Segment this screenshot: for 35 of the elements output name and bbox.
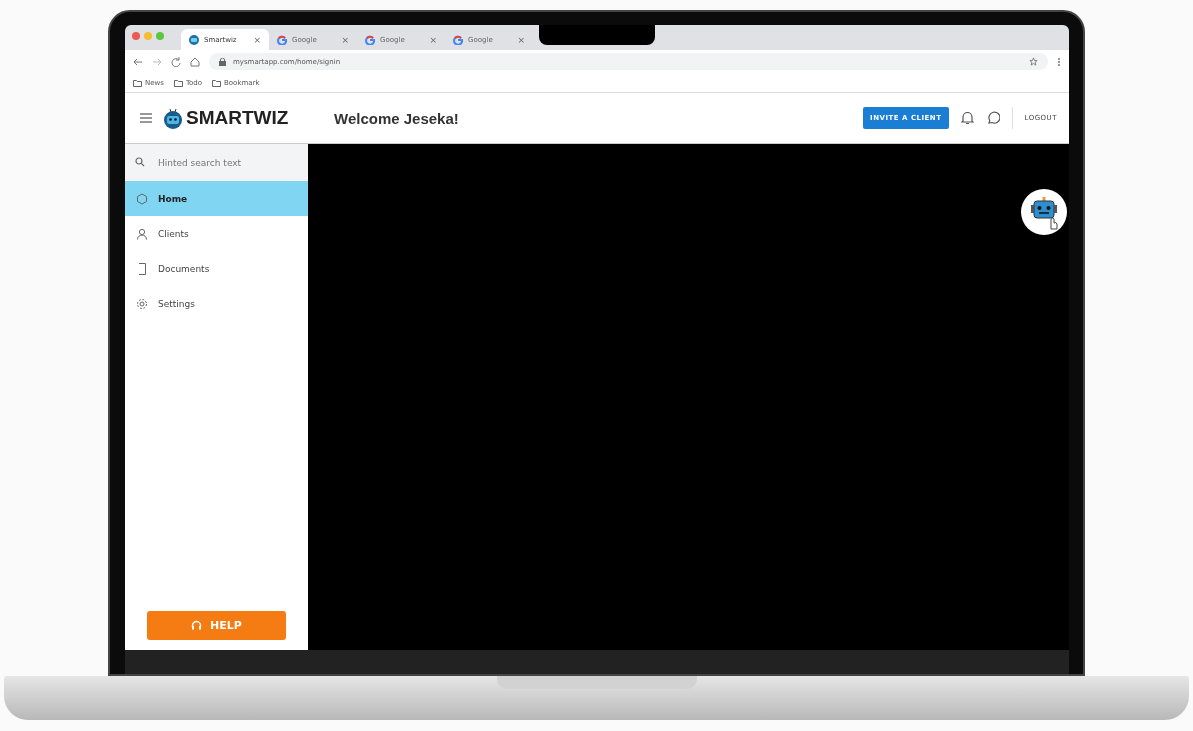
close-icon[interactable]: × — [429, 34, 437, 45]
sidebar-item[interactable]: Home — [125, 181, 308, 216]
welcome-heading: Welcome Jeseka! — [334, 109, 460, 127]
settings-icon — [136, 297, 148, 310]
colorful-g-icon — [277, 34, 287, 45]
colorful-g-icon — [453, 34, 463, 45]
sidebar-item[interactable]: Settings — [125, 286, 308, 321]
reload-icon[interactable] — [171, 56, 181, 67]
star-icon[interactable] — [1029, 57, 1038, 66]
close-icon[interactable]: × — [341, 34, 349, 45]
back-icon[interactable] — [133, 56, 143, 67]
window-controls-icon — [131, 31, 167, 41]
lock-icon — [219, 57, 226, 66]
menu-icon[interactable] — [140, 113, 152, 123]
robot-logo-icon — [162, 107, 184, 129]
folder-icon — [212, 78, 222, 87]
home-icon[interactable] — [190, 56, 200, 67]
document-icon — [136, 262, 148, 275]
person-icon — [136, 227, 148, 240]
close-icon[interactable]: × — [253, 34, 261, 45]
headset-icon — [191, 620, 203, 631]
robot-icon — [189, 34, 199, 45]
hexagon-icon — [136, 192, 148, 205]
bell-icon[interactable] — [960, 111, 974, 125]
folder-icon — [173, 78, 183, 87]
close-icon[interactable]: × — [517, 34, 525, 45]
chat-icon[interactable] — [985, 111, 1000, 125]
robot-assistant-icon[interactable] — [1021, 189, 1067, 235]
search-field[interactable]: Hinted search text — [125, 144, 308, 181]
folder-icon — [133, 78, 142, 87]
logo-text: SMARTWIZ — [186, 107, 289, 129]
more-icon[interactable] — [1057, 56, 1061, 67]
sidebar-item[interactable]: Documents — [125, 251, 308, 286]
sidebar-item[interactable]: Clients — [125, 216, 308, 251]
colorful-g-icon — [365, 34, 375, 45]
